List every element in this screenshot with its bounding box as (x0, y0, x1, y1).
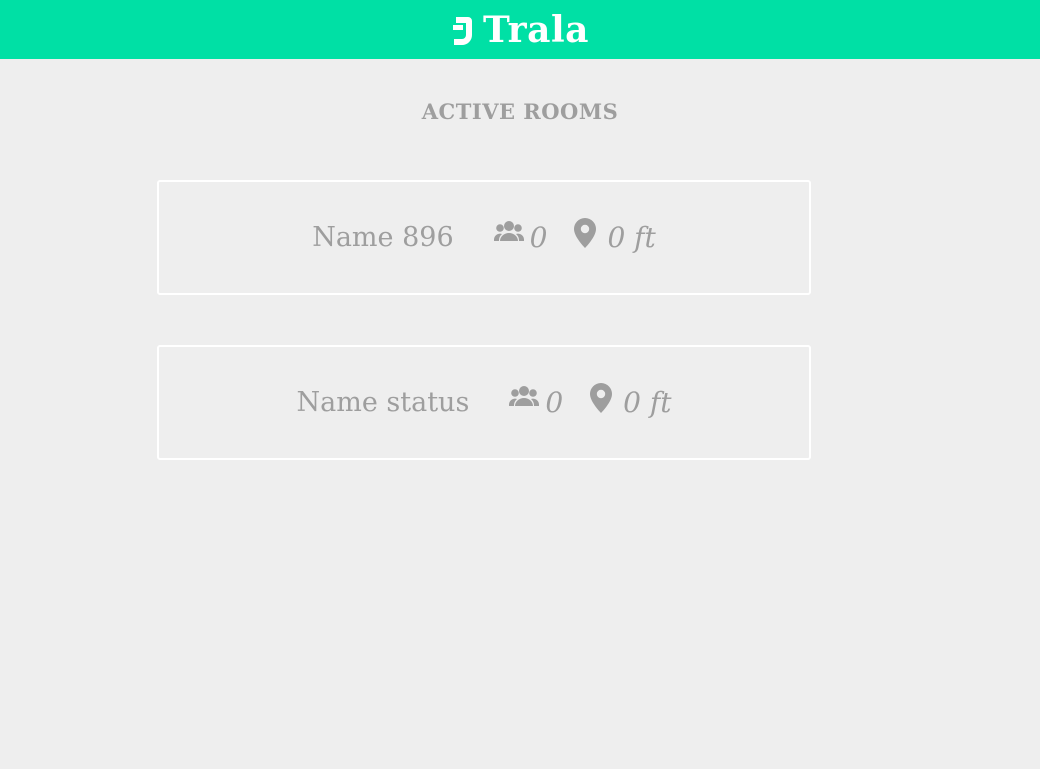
room-people-count: 0 (493, 220, 548, 254)
people-count-value: 0 (545, 386, 564, 419)
room-card[interactable]: Name status 0 0 ft (157, 345, 811, 460)
room-people-count: 0 (509, 385, 564, 419)
map-pin-icon (590, 382, 613, 413)
trala-logo-icon (453, 16, 473, 45)
room-name: Name status (296, 387, 470, 418)
room-distance: 0 ft (589, 382, 672, 419)
brand[interactable]: Trala (451, 12, 589, 48)
distance-value: 0 ft (607, 221, 656, 254)
distance-value: 0 ft (623, 386, 672, 419)
people-count-value: 0 (529, 221, 548, 254)
room-distance: 0 ft (573, 217, 656, 254)
top-bar: Trala (0, 0, 1040, 59)
room-card[interactable]: Name 896 0 0 ft (157, 180, 811, 295)
brand-name: Trala (483, 8, 589, 51)
group-icon (509, 385, 540, 406)
section-title: ACTIVE ROOMS (421, 99, 619, 124)
group-icon (493, 220, 524, 241)
map-pin-icon (574, 217, 597, 248)
room-name: Name 896 (312, 222, 454, 253)
